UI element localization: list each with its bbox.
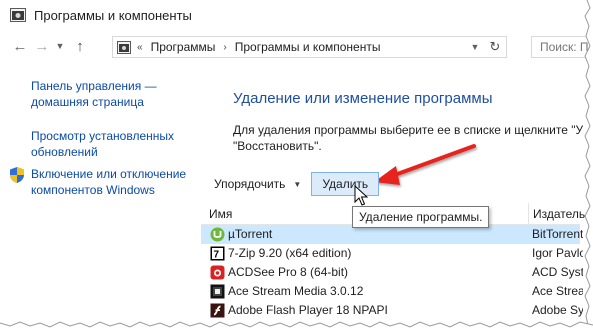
utorrent-icon	[210, 227, 225, 242]
address-dropdown-button[interactable]: ▼	[468, 40, 482, 54]
flash-icon	[210, 303, 225, 318]
svg-text:7: 7	[214, 250, 220, 261]
address-bar[interactable]: « Программы › Программы и компоненты ▼ ↻	[112, 36, 507, 58]
navigation-bar: ← → ▼ ↑ « Программы › Программы и компон…	[0, 32, 591, 60]
acdsee-icon	[210, 265, 225, 280]
program-name: 7-Zip 9.20 (x64 edition)	[228, 246, 352, 260]
sidebar-item-windows-features[interactable]: Включение или отключение компонентов Win…	[31, 166, 196, 198]
column-header-publisher[interactable]: Издатель	[528, 203, 588, 225]
program-name: µTorrent	[228, 227, 273, 241]
breadcrumb-item-programs[interactable]: Программы	[151, 40, 216, 54]
refresh-icon: ↻	[489, 39, 501, 54]
torn-edge-bottom	[0, 321, 593, 330]
organize-button[interactable]: Упорядочить ▼	[205, 172, 310, 196]
back-button[interactable]: ←	[9, 35, 31, 57]
program-name: Ace Stream Media 3.0.12	[228, 284, 364, 298]
breadcrumb-separator[interactable]: ›	[223, 42, 226, 53]
programs-icon	[10, 8, 26, 22]
title-bar: Программы и компоненты	[0, 0, 580, 30]
table-row[interactable]: ACDSee Pro 8 (64-bit) ACD Syste	[201, 263, 583, 282]
uninstall-button[interactable]: Удалить	[311, 172, 380, 196]
program-publisher: BitTorrent	[532, 227, 583, 241]
sidebar-item-view-installed-updates[interactable]: Просмотр установленных обновлений	[31, 128, 191, 160]
arrow-left-icon: ←	[12, 37, 28, 55]
chevron-down-icon: ▼	[55, 41, 65, 51]
program-publisher: Igor Pavlov	[532, 246, 583, 260]
organize-label: Упорядочить	[214, 177, 286, 191]
arrow-right-icon: →	[34, 37, 50, 55]
program-publisher: ACD Syste	[532, 265, 583, 279]
breadcrumb-item-programs-and-features[interactable]: Программы и компоненты	[235, 40, 381, 54]
torn-edge-right	[584, 0, 593, 330]
7zip-icon: 7	[210, 246, 225, 261]
control-panel-icon	[117, 40, 131, 54]
page-title: Удаление или изменение программы	[233, 90, 493, 107]
chevron-down-icon: ▼	[470, 42, 480, 52]
breadcrumb-overflow[interactable]: «	[137, 42, 143, 53]
chevron-down-icon: ▼	[293, 179, 302, 189]
window-title: Программы и компоненты	[34, 7, 192, 23]
acestream-icon	[210, 284, 225, 299]
shield-icon	[10, 167, 24, 183]
uninstall-tooltip: Удаление программы.	[352, 206, 490, 228]
column-header-name[interactable]: Имя	[209, 203, 232, 225]
program-publisher: Ace Stream	[532, 284, 583, 298]
sidebar-item-control-panel-home[interactable]: Панель управления — домашняя страница	[31, 78, 191, 110]
up-button[interactable]: ↑	[69, 35, 91, 57]
toolbar: Упорядочить ▼ Удалить	[201, 168, 580, 200]
table-row[interactable]: 7 7-Zip 9.20 (x64 edition) Igor Pavlov	[201, 244, 583, 263]
recent-locations-button[interactable]: ▼	[53, 35, 67, 57]
table-row[interactable]: Ace Stream Media 3.0.12 Ace Stream	[201, 282, 583, 301]
program-name: ACDSee Pro 8 (64-bit)	[228, 265, 349, 279]
forward-button[interactable]: →	[31, 35, 53, 57]
arrow-up-icon: ↑	[76, 37, 84, 55]
refresh-button[interactable]: ↻	[487, 39, 503, 55]
